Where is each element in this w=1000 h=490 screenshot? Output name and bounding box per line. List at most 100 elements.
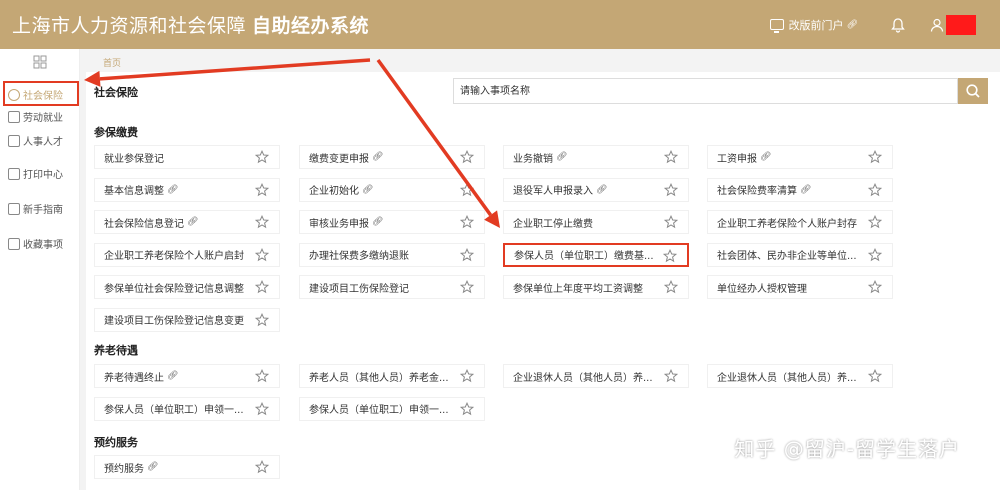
star-icon[interactable]	[663, 368, 679, 383]
service-card[interactable]: 企业职工停止缴费	[503, 210, 689, 234]
breadcrumb[interactable]: 首页	[103, 56, 121, 69]
star-icon[interactable]	[663, 182, 679, 197]
old-portal-label: 改版前门户	[788, 18, 844, 32]
star-icon[interactable]	[459, 247, 475, 262]
service-card[interactable]: 单位经办人授权管理	[707, 275, 893, 299]
search-button[interactable]	[958, 78, 988, 104]
service-card-label: 企业职工停止缴费	[513, 218, 593, 230]
service-card[interactable]: 企业职工养老保险个人账户启封	[94, 242, 280, 267]
service-card-label: 单位经办人授权管理	[717, 283, 807, 295]
sidebar-item-label: 打印中心	[23, 170, 63, 181]
annotation-highlight-box	[3, 81, 79, 106]
sidebar-item-favorites[interactable]: 收藏事项	[8, 236, 63, 251]
star-icon[interactable]	[459, 149, 475, 164]
search-box[interactable]	[453, 78, 958, 104]
service-card[interactable]: 建设项目工伤保险登记	[299, 275, 485, 299]
service-card-label: 办理社保费多缴纳退账	[309, 251, 409, 262]
star-icon[interactable]	[459, 279, 475, 294]
service-card-label: 建设项目工伤保险登记	[309, 283, 409, 295]
star-icon[interactable]	[254, 401, 270, 416]
service-card-label: 企业初始化	[309, 186, 359, 197]
link-icon: 🔗︎	[147, 462, 159, 472]
star-icon[interactable]	[254, 247, 270, 262]
service-card-label: 工资申报	[717, 153, 757, 165]
star-icon[interactable]	[663, 279, 679, 294]
star-icon[interactable]	[867, 279, 883, 294]
star-icon[interactable]	[663, 214, 679, 229]
bell-icon[interactable]	[890, 17, 906, 33]
star-icon[interactable]	[867, 368, 883, 383]
app-window: 上海市人力资源和社会保障 自助经办系统 改版前门户 🔗︎ 社会保险 劳动就业 人…	[0, 0, 1000, 490]
service-card[interactable]: 企业退休人员（其他人员）养...	[707, 364, 893, 388]
link-icon: 🔗︎	[372, 152, 384, 162]
user-icon	[930, 18, 944, 32]
star-icon[interactable]	[254, 459, 270, 474]
service-card-label: 参保单位社会保险登记信息调整	[104, 283, 244, 295]
service-card[interactable]: 养老人员（其他人员）养老金...	[299, 364, 485, 388]
service-card[interactable]: 养老待遇终止 🔗︎	[94, 364, 280, 388]
service-card[interactable]: 参保单位社会保险登记信息调整	[94, 275, 280, 299]
service-card[interactable]: 社会保险信息登记 🔗︎	[94, 210, 280, 234]
service-card[interactable]: 业务撤销 🔗︎	[503, 145, 689, 169]
service-card[interactable]: 办理社保费多缴纳退账	[299, 242, 485, 267]
sidebar-item-hr-talent[interactable]: 人事人才	[8, 133, 63, 148]
star-icon[interactable]	[459, 368, 475, 383]
link-icon: 🔗︎	[760, 152, 772, 162]
service-card-label: 养老人员（其他人员）养老金...	[309, 372, 449, 384]
service-card[interactable]: 参保单位上年度平均工资调整	[503, 275, 689, 299]
service-card[interactable]: 基本信息调整 🔗︎	[94, 177, 280, 202]
star-icon	[8, 237, 20, 250]
star-icon[interactable]	[663, 149, 679, 164]
service-card[interactable]: 预约服务 🔗︎	[94, 455, 280, 479]
star-icon[interactable]	[867, 247, 883, 262]
search-input[interactable]	[454, 79, 957, 103]
service-card-label: 企业职工养老保险个人账户启封	[104, 251, 244, 262]
star-icon[interactable]	[254, 182, 270, 197]
service-card-label: 预约服务	[104, 463, 144, 475]
header-actions: 改版前门户 🔗︎	[769, 0, 1000, 49]
service-card[interactable]: 缴费变更申报 🔗︎	[299, 145, 485, 169]
service-card[interactable]: 社会团体、民办非企业等单位...	[707, 242, 893, 267]
service-card-highlighted[interactable]: 参保人员（单位职工）缴费基...	[503, 242, 689, 267]
zhihu-watermark: 知乎 @留沪-留学生落户	[734, 437, 960, 461]
star-icon[interactable]	[867, 149, 883, 164]
sidebar-item-print-center[interactable]: 打印中心	[8, 166, 63, 181]
service-card[interactable]: 退役军人申报录入 🔗︎	[503, 177, 689, 202]
star-icon[interactable]	[867, 214, 883, 229]
service-card[interactable]: 参保人员（单位职工）申领一...	[299, 396, 485, 421]
sidebar-item-guide[interactable]: 新手指南	[8, 201, 63, 216]
star-icon[interactable]	[254, 214, 270, 229]
star-icon[interactable]	[459, 401, 475, 416]
star-icon[interactable]	[459, 214, 475, 229]
service-card[interactable]: 建设项目工伤保险登记信息变更	[94, 307, 280, 332]
service-card-label: 参保单位上年度平均工资调整	[513, 283, 643, 295]
section-title: 预约服务	[94, 436, 138, 449]
sidebar-item-employment[interactable]: 劳动就业	[8, 109, 63, 124]
service-card[interactable]: 工资申报 🔗︎	[707, 145, 893, 169]
star-icon[interactable]	[254, 368, 270, 383]
star-icon[interactable]	[254, 312, 270, 327]
star-icon[interactable]	[867, 182, 883, 197]
service-card[interactable]: 企业初始化 🔗︎	[299, 177, 485, 202]
star-icon[interactable]	[254, 149, 270, 164]
user-menu[interactable]	[930, 14, 976, 35]
service-card[interactable]: 企业职工养老保险个人账户封存	[707, 210, 893, 234]
monitor-icon	[769, 19, 784, 33]
service-card[interactable]: 企业退休人员（其他人员）养...	[503, 364, 689, 388]
person-icon	[8, 134, 20, 147]
old-portal-link[interactable]: 改版前门户 🔗︎	[769, 17, 858, 33]
service-card[interactable]: 社会保险费率清算 🔗︎	[707, 177, 893, 202]
apps-grid-icon[interactable]	[33, 55, 47, 69]
link-icon: 🔗︎	[167, 371, 179, 381]
service-card-label: 建设项目工伤保险登记信息变更	[104, 316, 244, 327]
app-title-main: 上海市人力资源和社会保障	[12, 15, 247, 37]
sidebar-item-label: 劳动就业	[23, 113, 63, 124]
service-card[interactable]: 参保人员（单位职工）申领一...	[94, 396, 280, 421]
service-card[interactable]: 就业参保登记	[94, 145, 280, 169]
star-icon[interactable]	[254, 279, 270, 294]
panel-title: 社会保险	[94, 86, 138, 99]
star-icon[interactable]	[662, 248, 678, 263]
sidebar-item-label: 新手指南	[23, 205, 63, 216]
service-card[interactable]: 审核业务申报 🔗︎	[299, 210, 485, 234]
star-icon[interactable]	[459, 182, 475, 197]
